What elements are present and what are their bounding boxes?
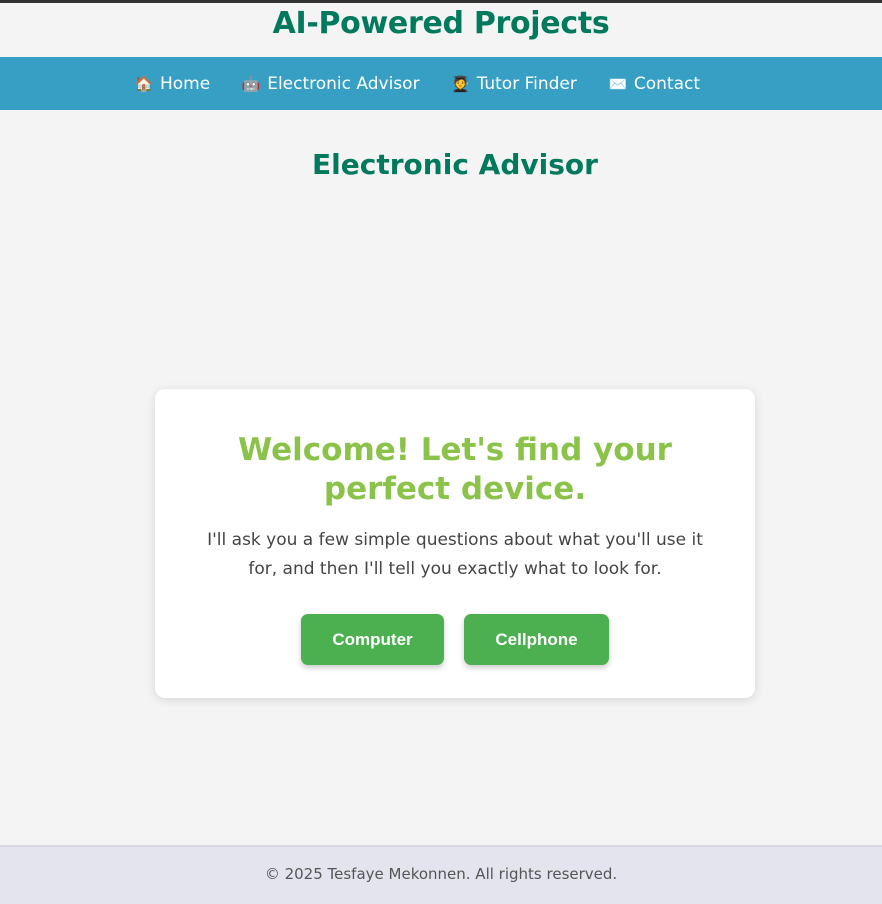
nav-item-electronic-advisor[interactable]: 🤖 Electronic Advisor: [241, 73, 420, 94]
nav-item-label: Tutor Finder: [476, 73, 577, 94]
nav-item-label: Home: [160, 73, 211, 94]
site-header: AI-Powered Projects: [0, 3, 882, 57]
nav-item-label: Contact: [633, 73, 701, 94]
nav-item-contact[interactable]: ✉️ Contact: [608, 74, 700, 94]
student-icon: 🧑‍🎓: [451, 74, 470, 93]
nav-item-tutor-finder[interactable]: 🧑‍🎓 Tutor Finder: [451, 74, 577, 94]
welcome-title: Welcome! Let's find your perfect device.: [238, 432, 672, 507]
site-footer: © 2025 Tesfaye Mekonnen. All rights rese…: [0, 845, 882, 904]
welcome-card: Welcome! Let's find your perfect device.…: [155, 389, 755, 698]
nav-item-home[interactable]: 🏠 Home: [134, 73, 211, 94]
home-icon: 🏠: [134, 74, 154, 93]
welcome-description: I'll ask you a few simple questions abou…: [207, 530, 703, 579]
site-title: AI-Powered Projects: [272, 6, 610, 41]
nav-list: 🏠 Home 🤖 Electronic Advisor 🧑‍🎓 Tutor Fi…: [134, 57, 731, 110]
page-heading: Electronic Advisor: [312, 148, 598, 181]
cellphone-button[interactable]: Cellphone: [464, 614, 609, 665]
envelope-icon: ✉️: [608, 74, 628, 93]
main-navbar: 🏠 Home 🤖 Electronic Advisor 🧑‍🎓 Tutor Fi…: [0, 57, 882, 110]
copyright-text: © 2025 Tesfaye Mekonnen. All rights rese…: [264, 865, 618, 883]
computer-button[interactable]: Computer: [301, 614, 444, 665]
robot-icon: 🤖: [241, 74, 261, 93]
device-choice-buttons: Computer Cellphone: [155, 614, 755, 665]
nav-item-label: Electronic Advisor: [267, 73, 420, 94]
